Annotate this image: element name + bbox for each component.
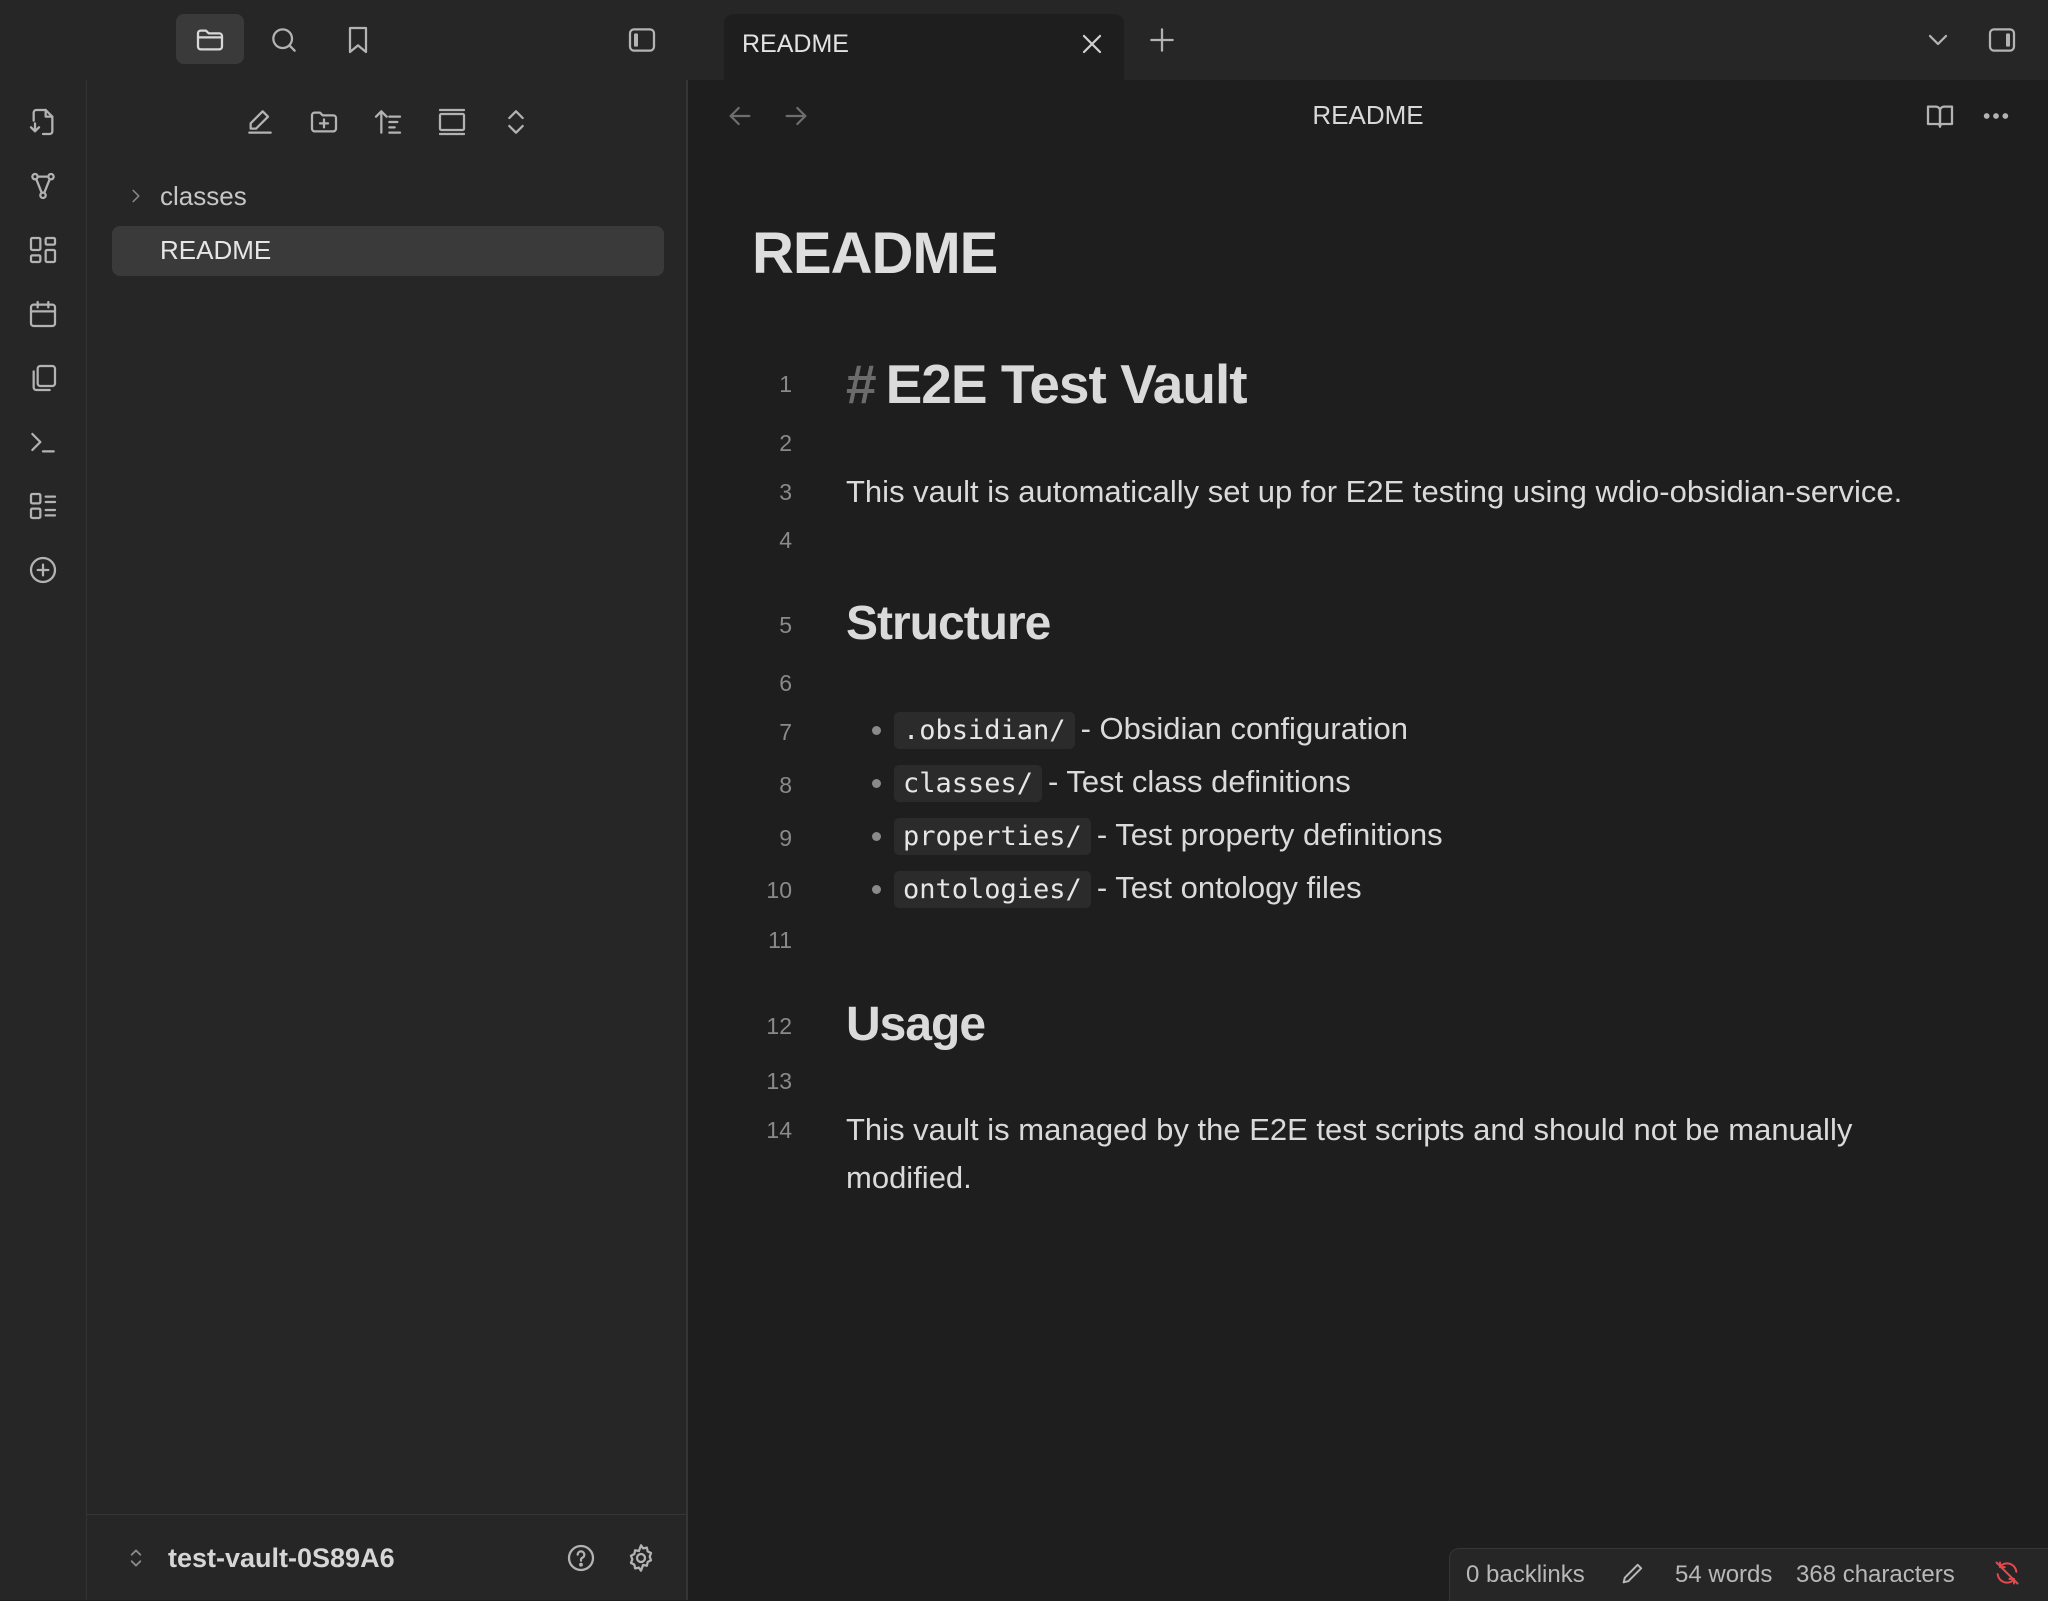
heading-usage[interactable]: Usage	[846, 997, 986, 1052]
calendar-icon[interactable]	[25, 296, 61, 332]
heading-1[interactable]: # E2E Test Vault	[846, 352, 1248, 416]
close-icon[interactable]	[1074, 26, 1110, 62]
list-bullet	[872, 726, 881, 735]
line-number: 2	[779, 430, 792, 456]
line-number: 9	[779, 825, 792, 851]
inline-code: properties/	[894, 818, 1091, 855]
list-bullet	[872, 832, 881, 841]
tree-file-readme[interactable]: README	[160, 235, 271, 266]
list-item[interactable]: properties/- Test property definitions	[894, 817, 1443, 855]
sidebar-toggle-icon[interactable]	[624, 22, 660, 58]
view-header-title[interactable]: README	[1200, 100, 1536, 131]
character-count: 368 characters	[1796, 1561, 1955, 1588]
line-number: 5	[779, 612, 792, 638]
line-number: 11	[768, 927, 792, 953]
file-explorer	[87, 80, 688, 1600]
pencil-icon[interactable]	[1616, 1556, 1650, 1590]
bases-icon[interactable]	[25, 488, 61, 524]
bookmark-icon[interactable]	[340, 22, 376, 58]
more-icon[interactable]	[1978, 98, 2014, 134]
help-icon[interactable]	[563, 1540, 599, 1576]
inline-code: classes/	[894, 765, 1043, 802]
line-number: 10	[766, 877, 792, 903]
heading-hash: #	[846, 353, 877, 415]
collapse-icon[interactable]	[434, 104, 470, 140]
vault-name[interactable]: test-vault-0S89A6	[168, 1543, 395, 1574]
forward-icon[interactable]	[778, 98, 814, 134]
new-folder-icon[interactable]	[306, 104, 342, 140]
vault-switcher-icon[interactable]	[118, 1540, 154, 1576]
tree-folder-classes[interactable]: classes	[160, 181, 247, 212]
right-sidebar-icon[interactable]	[1984, 22, 2020, 58]
sort-icon[interactable]	[370, 104, 406, 140]
line-number: 14	[766, 1117, 792, 1143]
divider	[87, 1514, 686, 1515]
list-bullet	[872, 885, 881, 894]
list-item[interactable]: .obsidian/- Obsidian configuration	[894, 711, 1408, 749]
tab-label: README	[742, 30, 849, 58]
inline-title[interactable]: README	[752, 220, 998, 287]
search-icon[interactable]	[266, 22, 302, 58]
templates-icon[interactable]	[25, 360, 61, 396]
folder-chevron-icon[interactable]	[118, 178, 154, 214]
heading-1-text: E2E Test Vault	[885, 353, 1248, 415]
graph-icon[interactable]	[25, 168, 61, 204]
add-icon[interactable]	[25, 552, 61, 588]
new-note-icon[interactable]	[242, 104, 278, 140]
chevron-down-icon[interactable]	[1920, 22, 1956, 58]
line-number: 3	[779, 479, 792, 505]
word-count: 54 words	[1675, 1561, 1773, 1588]
list-item-text: - Test property definitions	[1096, 817, 1443, 852]
list-item-text: - Test ontology files	[1096, 870, 1362, 905]
inline-code: ontologies/	[894, 871, 1091, 908]
line-number: 13	[766, 1068, 792, 1094]
paragraph[interactable]: This vault is automatically set up for E…	[846, 474, 1902, 510]
expand-icon[interactable]	[498, 104, 534, 140]
list-item-text: - Test class definitions	[1048, 764, 1351, 799]
paragraph[interactable]: This vault is managed by the E2E test sc…	[846, 1112, 1852, 1148]
line-number: 4	[779, 527, 792, 553]
line-number: 6	[779, 670, 792, 696]
list-item-text: - Obsidian configuration	[1080, 711, 1408, 746]
line-number: 1	[779, 371, 792, 397]
plus-icon[interactable]	[1144, 22, 1180, 58]
settings-icon[interactable]	[623, 1540, 659, 1576]
list-bullet	[872, 779, 881, 788]
list-item[interactable]: ontologies/- Test ontology files	[894, 870, 1362, 908]
sync-off-icon[interactable]	[1990, 1556, 2024, 1590]
line-number: 8	[779, 772, 792, 798]
heading-structure[interactable]: Structure	[846, 596, 1051, 651]
paragraph-continuation[interactable]: modified.	[846, 1160, 972, 1196]
back-icon[interactable]	[722, 98, 758, 134]
inline-code: .obsidian/	[894, 712, 1075, 749]
backlinks-count[interactable]: 0 backlinks	[1466, 1561, 1585, 1589]
canvas-icon[interactable]	[25, 232, 61, 268]
files-icon[interactable]	[192, 22, 228, 58]
line-number: 7	[779, 719, 792, 745]
reading-view-icon[interactable]	[1922, 98, 1958, 134]
line-number: 12	[766, 1013, 792, 1039]
switcher-icon[interactable]	[25, 104, 61, 140]
terminal-icon[interactable]	[25, 424, 61, 460]
list-item[interactable]: classes/- Test class definitions	[894, 764, 1351, 802]
